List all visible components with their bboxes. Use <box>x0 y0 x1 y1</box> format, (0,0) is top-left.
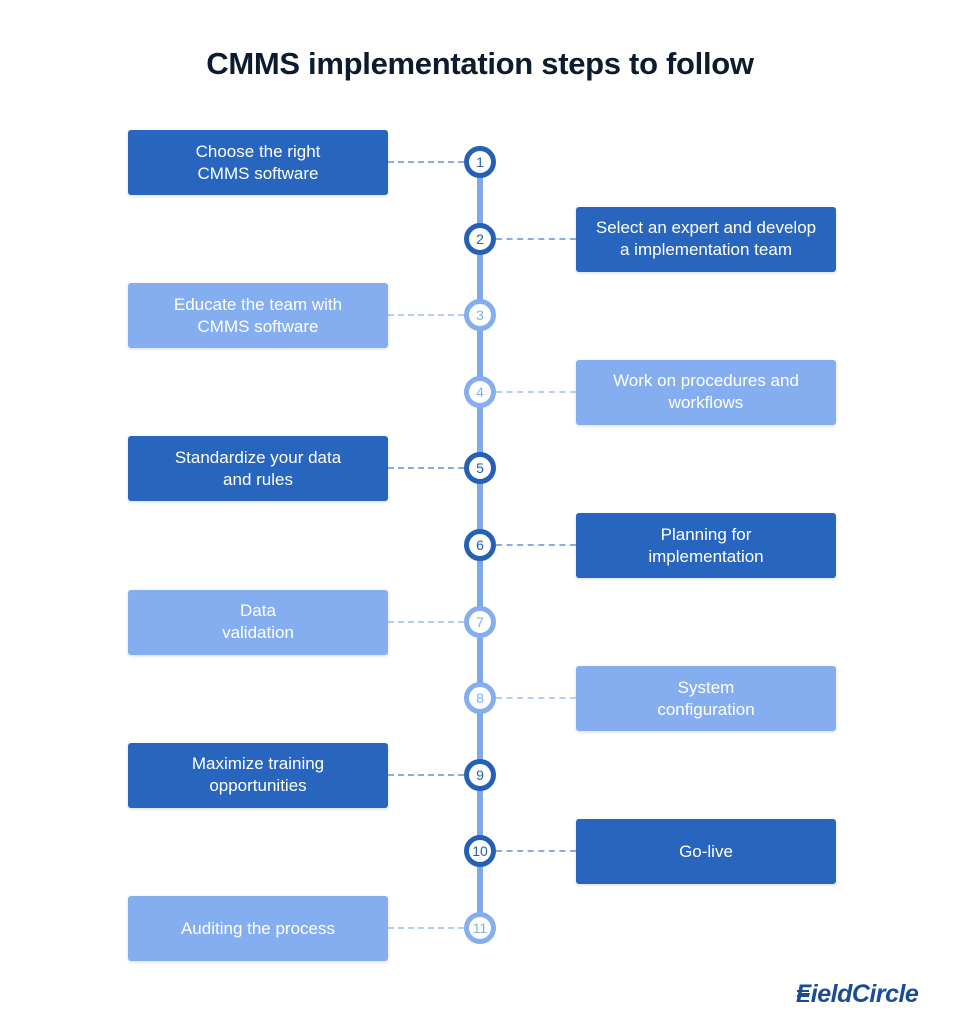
step-number-6: 6 <box>464 529 496 561</box>
page-title: CMMS implementation steps to follow <box>206 46 754 81</box>
step-box-9: Maximize training opportunities <box>128 742 388 808</box>
step-number-9: 9 <box>464 758 496 791</box>
step-connector-7 <box>388 620 464 623</box>
step-connector-11 <box>388 927 464 929</box>
step-connector-1 <box>388 161 464 163</box>
step-box-4: Work on procedures and workflows <box>576 359 836 425</box>
step-box-1: Choose the right CMMS software <box>128 130 388 195</box>
step-box-6: Planning for implementation <box>576 513 836 578</box>
step-number-11: 11 <box>464 912 496 944</box>
step-number-10: 10 <box>464 835 496 868</box>
step-connector-9 <box>388 773 464 776</box>
step-box-3: Educate the team with CMMS software <box>128 283 388 349</box>
step-number-5: 5 <box>464 452 496 485</box>
step-box-5: Standardize your data and rules <box>128 436 388 502</box>
step-connector-8 <box>496 697 576 700</box>
step-connector-4 <box>496 390 576 393</box>
step-connector-2 <box>496 237 576 240</box>
step-number-8: 8 <box>464 682 496 715</box>
step-number-4: 4 <box>464 375 496 408</box>
step-number-3: 3 <box>464 299 496 332</box>
step-connector-6 <box>496 544 576 546</box>
step-box-10: Go-live <box>576 819 836 885</box>
step-box-8: System configuration <box>576 666 836 732</box>
step-connector-10 <box>496 850 576 853</box>
step-box-7: Data validation <box>128 589 388 655</box>
step-number-7: 7 <box>464 605 496 638</box>
step-connector-5 <box>388 467 464 470</box>
step-number-2: 2 <box>464 222 496 255</box>
step-connector-3 <box>388 314 464 317</box>
step-box-2: Select an expert and develop a implement… <box>576 206 836 272</box>
step-number-1: 1 <box>464 146 496 178</box>
fieldcircle-logo: FieldCircle <box>796 980 919 1008</box>
step-box-11: Auditing the process <box>128 896 388 961</box>
